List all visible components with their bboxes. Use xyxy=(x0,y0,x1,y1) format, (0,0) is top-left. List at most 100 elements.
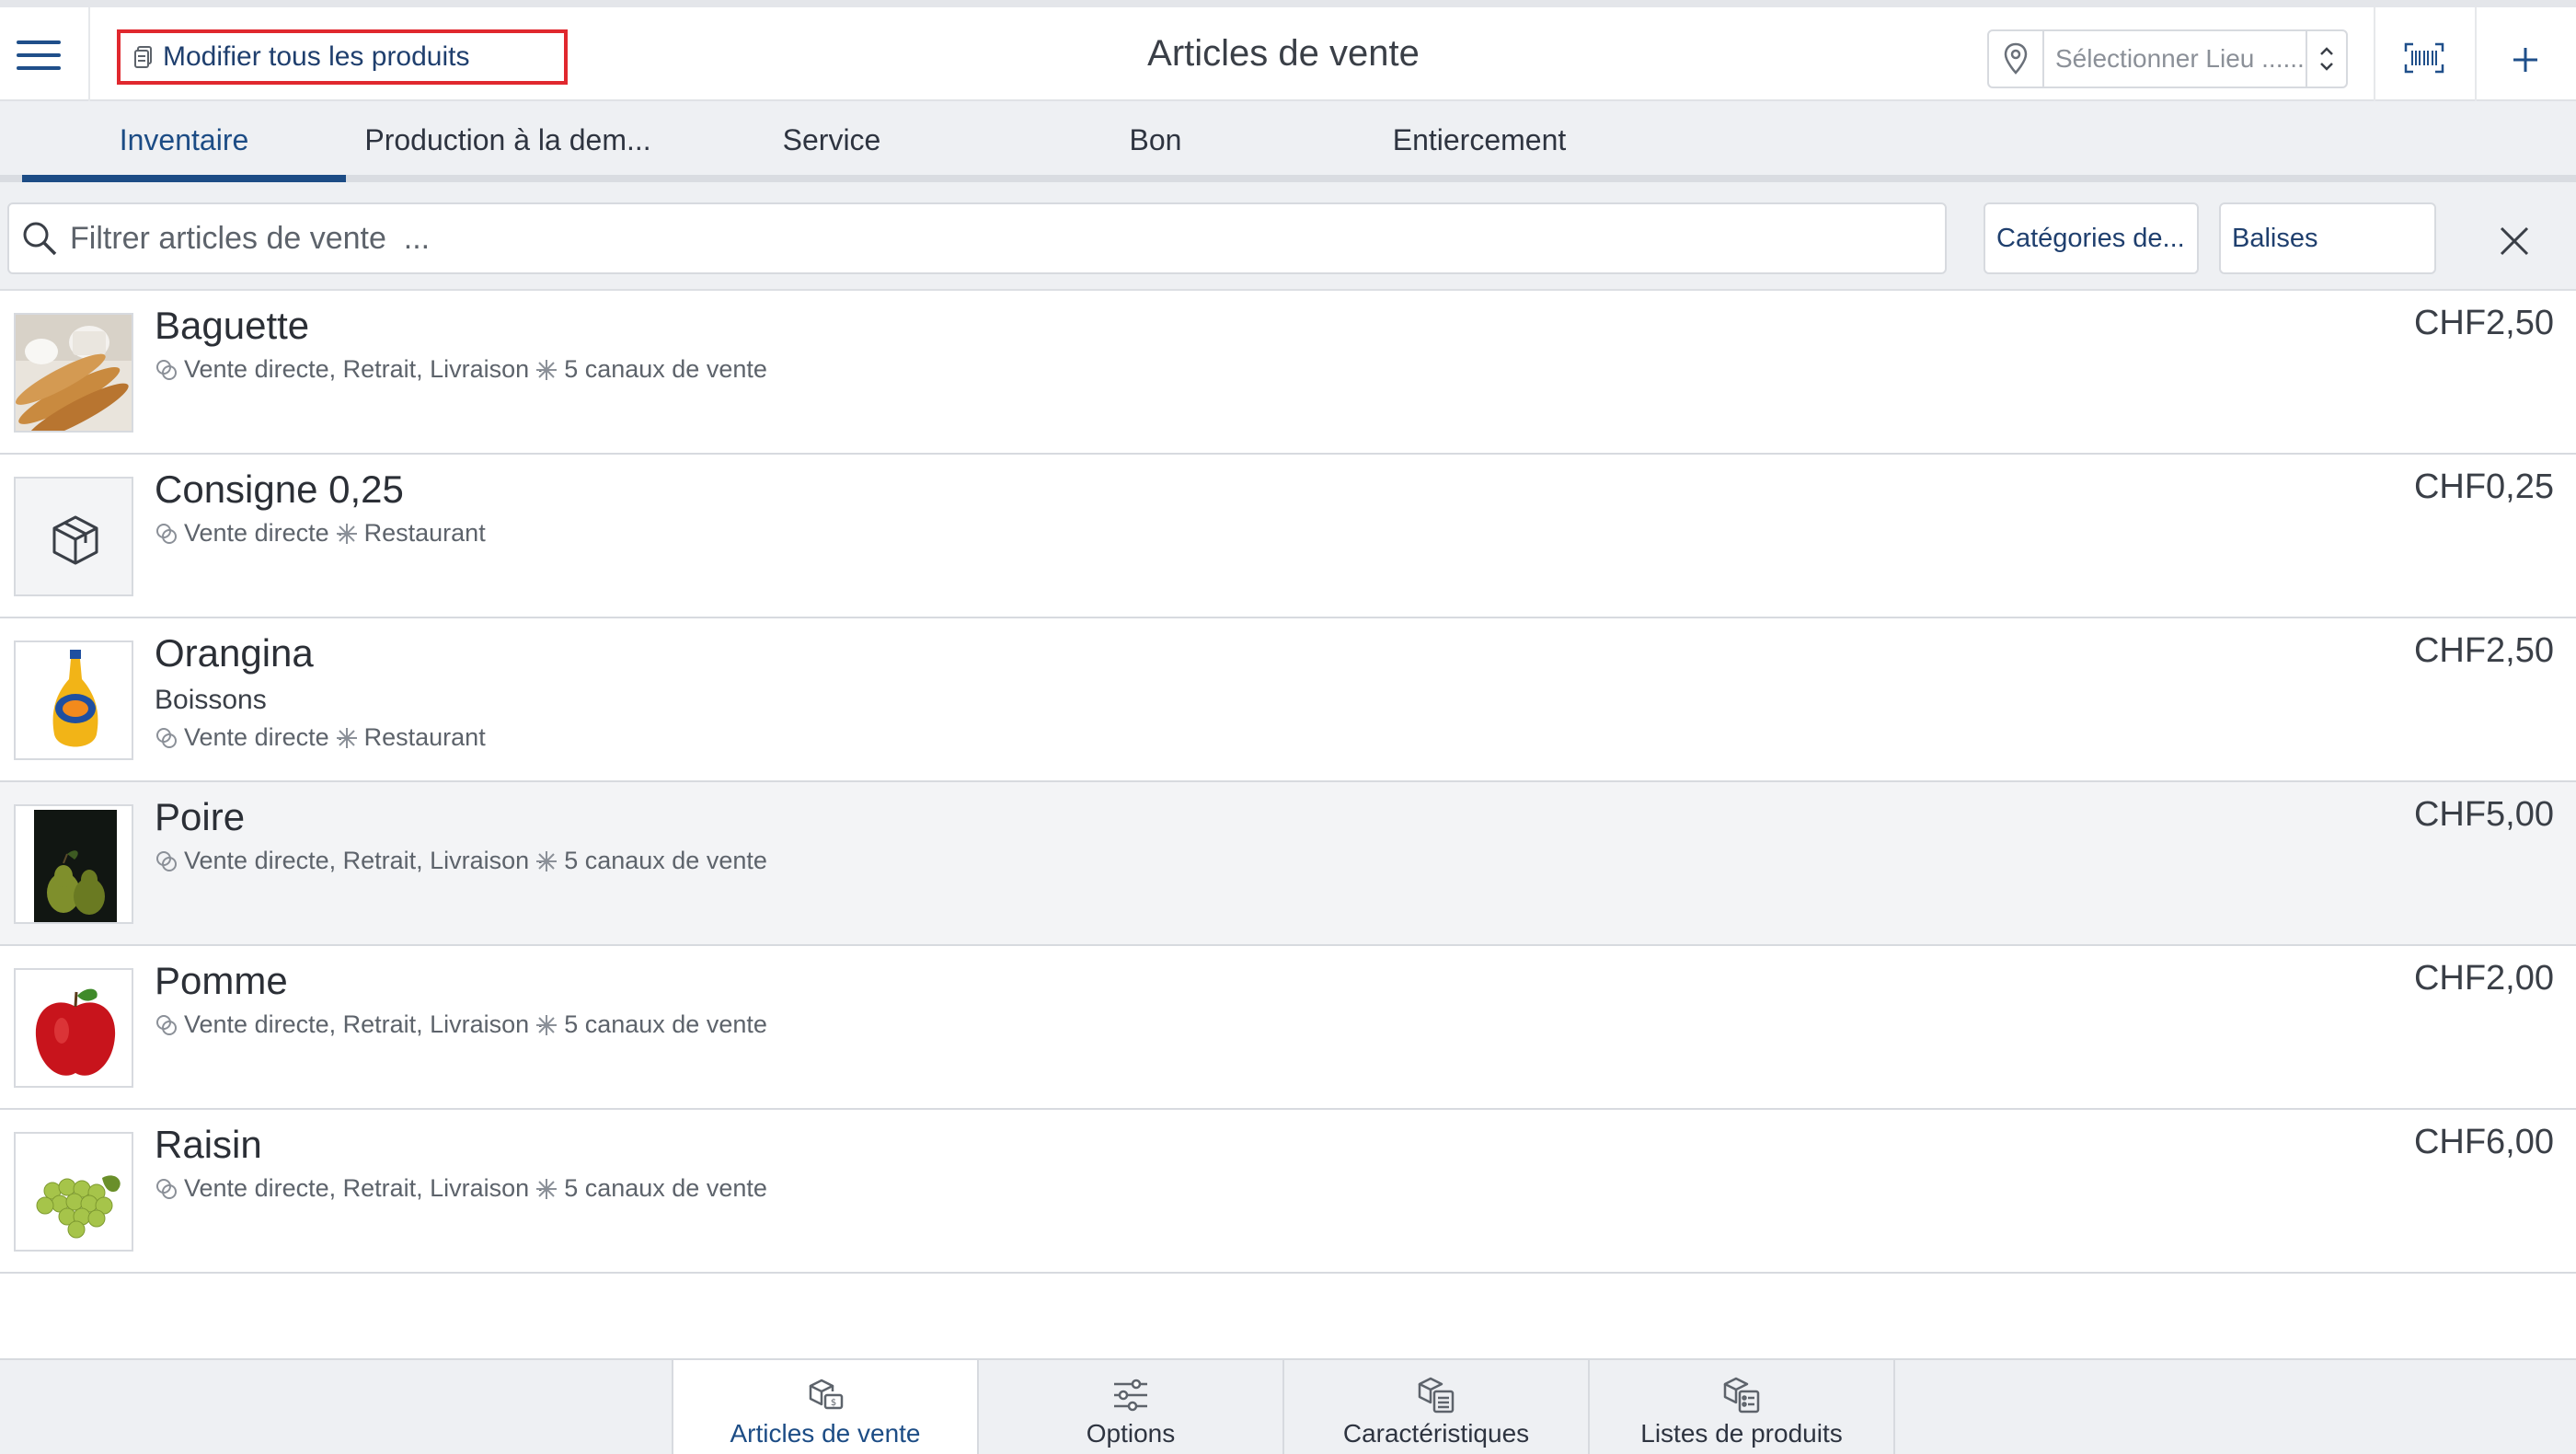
item-channels: Restaurant xyxy=(363,723,486,751)
search-box xyxy=(7,202,1947,274)
bottom-tab-characteristics[interactable]: Caractéristiques xyxy=(1282,1360,1588,1454)
item-meta: Vente directe, Retrait, Livraison · 5 ca… xyxy=(155,1010,767,1039)
menu-icon xyxy=(17,40,61,44)
item-price: CHF2,50 xyxy=(2413,304,2554,342)
tab-production[interactable]: Production à la dem... xyxy=(346,123,670,182)
categories-filter-button[interactable]: Catégories de... xyxy=(1984,202,2199,274)
sale-mode-icon xyxy=(156,1178,177,1199)
item-meta: Vente directe · Restaurant xyxy=(155,519,486,548)
item-sale-modes: Vente directe, Retrait, Livraison xyxy=(184,355,530,383)
list-item[interactable]: Pomme Vente directe, Retrait, Livraison … xyxy=(0,946,2576,1110)
bottom-tab-label: Options xyxy=(1086,1419,1176,1448)
tab-label: Production à la dem... xyxy=(364,123,651,156)
item-price: CHF0,25 xyxy=(2413,467,2554,506)
channels-icon xyxy=(336,523,357,544)
item-meta: Vente directe, Retrait, Livraison · 5 ca… xyxy=(155,355,767,384)
bottom-tab-sale-items[interactable]: $ Articles de vente xyxy=(672,1360,977,1454)
app-root: Modifier tous les produits Articles de v… xyxy=(0,0,2576,1454)
list-item[interactable]: Baguette Vente directe, Retrait, Livrais… xyxy=(0,291,2576,455)
item-name: Consigne 0,25 xyxy=(155,467,404,511)
item-name: Pomme xyxy=(155,959,288,1002)
location-pin-icon xyxy=(1989,31,2044,87)
item-channels: 5 canaux de vente xyxy=(564,1010,767,1038)
updown-chevron-icon xyxy=(2306,31,2346,87)
bottom-tab-product-lists[interactable]: Listes de produits xyxy=(1588,1360,1893,1454)
channels-icon xyxy=(536,1014,558,1035)
menu-icon-bar xyxy=(17,66,61,70)
characteristics-icon xyxy=(1418,1377,1455,1414)
item-price: CHF2,50 xyxy=(2413,631,2554,670)
edit-icon xyxy=(134,46,152,68)
search-icon xyxy=(9,204,70,272)
item-name: Raisin xyxy=(155,1123,262,1166)
menu-button[interactable] xyxy=(17,40,61,74)
item-sale-modes: Vente directe xyxy=(184,723,329,751)
edit-all-products-button[interactable]: Modifier tous les produits xyxy=(117,29,568,85)
tab-label: Inventaire xyxy=(119,123,249,156)
tab-label: Entiercement xyxy=(1392,123,1567,156)
sale-items-list: Baguette Vente directe, Retrait, Livrais… xyxy=(0,291,2576,1274)
sale-mode-icon xyxy=(156,850,177,871)
bottom-tab-label: Listes de produits xyxy=(1640,1419,1843,1448)
item-meta: Vente directe · Restaurant xyxy=(155,723,486,752)
sale-items-icon: $ xyxy=(809,1379,844,1410)
tags-filter-button[interactable]: Balises xyxy=(2219,202,2436,274)
tab-entiercement[interactable]: Entiercement xyxy=(1317,123,1641,182)
header-divider xyxy=(88,7,90,101)
barcode-scan-button[interactable] xyxy=(2383,35,2466,81)
channels-icon xyxy=(336,727,357,748)
grapes-photo xyxy=(14,1132,133,1252)
sale-mode-icon xyxy=(156,727,177,748)
add-item-button[interactable] xyxy=(2493,28,2558,92)
menu-icon-bar xyxy=(17,53,61,57)
item-sale-modes: Vente directe xyxy=(184,519,329,547)
item-channels: 5 canaux de vente xyxy=(564,1174,767,1202)
tab-inventaire[interactable]: Inventaire xyxy=(22,123,346,182)
tab-label: Bon xyxy=(1129,123,1182,156)
barcode-scan-icon xyxy=(2404,42,2444,74)
header-divider xyxy=(2374,7,2375,101)
channels-icon xyxy=(536,1178,558,1199)
apple-photo xyxy=(14,968,133,1088)
sale-mode-icon xyxy=(156,1014,177,1035)
page-title: Articles de vente xyxy=(1147,33,1420,74)
item-category: Boissons xyxy=(155,685,267,715)
item-name: Orangina xyxy=(155,631,314,675)
item-name: Baguette xyxy=(155,304,310,347)
clear-filter-button[interactable] xyxy=(2484,215,2545,267)
item-channels: Restaurant xyxy=(363,519,486,547)
baguette-photo xyxy=(14,313,133,433)
item-sale-modes: Vente directe, Retrait, Livraison xyxy=(184,1010,530,1038)
sale-mode-icon xyxy=(156,359,177,380)
close-icon xyxy=(2500,226,2529,256)
list-item[interactable]: Poire Vente directe, Retrait, Livraison … xyxy=(0,782,2576,946)
filter-bar: Catégories de... Balises xyxy=(0,182,2576,291)
list-item[interactable]: Consigne 0,25 Vente directe · Restaurant… xyxy=(0,455,2576,618)
item-name: Poire xyxy=(155,795,246,838)
tab-bon[interactable]: Bon xyxy=(994,123,1317,182)
location-select[interactable]: Sélectionner Lieu ...... xyxy=(1987,29,2348,88)
item-meta: Vente directe, Retrait, Livraison · 5 ca… xyxy=(155,847,767,875)
location-placeholder: Sélectionner Lieu ...... xyxy=(2055,44,2305,73)
bottom-tab-options[interactable]: Options xyxy=(977,1360,1282,1454)
orangina-bottle-photo xyxy=(14,640,133,760)
product-lists-icon xyxy=(1723,1377,1760,1414)
item-sale-modes: Vente directe, Retrait, Livraison xyxy=(184,1174,530,1202)
svg-text:$: $ xyxy=(831,1398,836,1408)
item-meta: Vente directe, Retrait, Livraison · 5 ca… xyxy=(155,1174,767,1203)
item-price: CHF2,00 xyxy=(2413,959,2554,998)
sliders-icon xyxy=(1114,1379,1147,1412)
item-sale-modes: Vente directe, Retrait, Livraison xyxy=(184,847,530,874)
item-channels: 5 canaux de vente xyxy=(564,847,767,874)
list-item[interactable]: Raisin Vente directe, Retrait, Livraison… xyxy=(0,1110,2576,1274)
tab-service[interactable]: Service xyxy=(670,123,994,182)
pear-photo xyxy=(14,804,133,924)
bottom-nav-divider xyxy=(1893,1360,1895,1454)
bottom-nav: $ Articles de vente Options Caractéristi… xyxy=(0,1358,2576,1454)
item-channels: 5 canaux de vente xyxy=(564,355,767,383)
item-price: CHF6,00 xyxy=(2413,1123,2554,1161)
bottom-tab-label: Caractéristiques xyxy=(1342,1419,1530,1448)
tab-label: Service xyxy=(782,123,881,156)
list-item[interactable]: Orangina Boissons Vente directe · Restau… xyxy=(0,618,2576,782)
search-input[interactable] xyxy=(70,220,1892,257)
